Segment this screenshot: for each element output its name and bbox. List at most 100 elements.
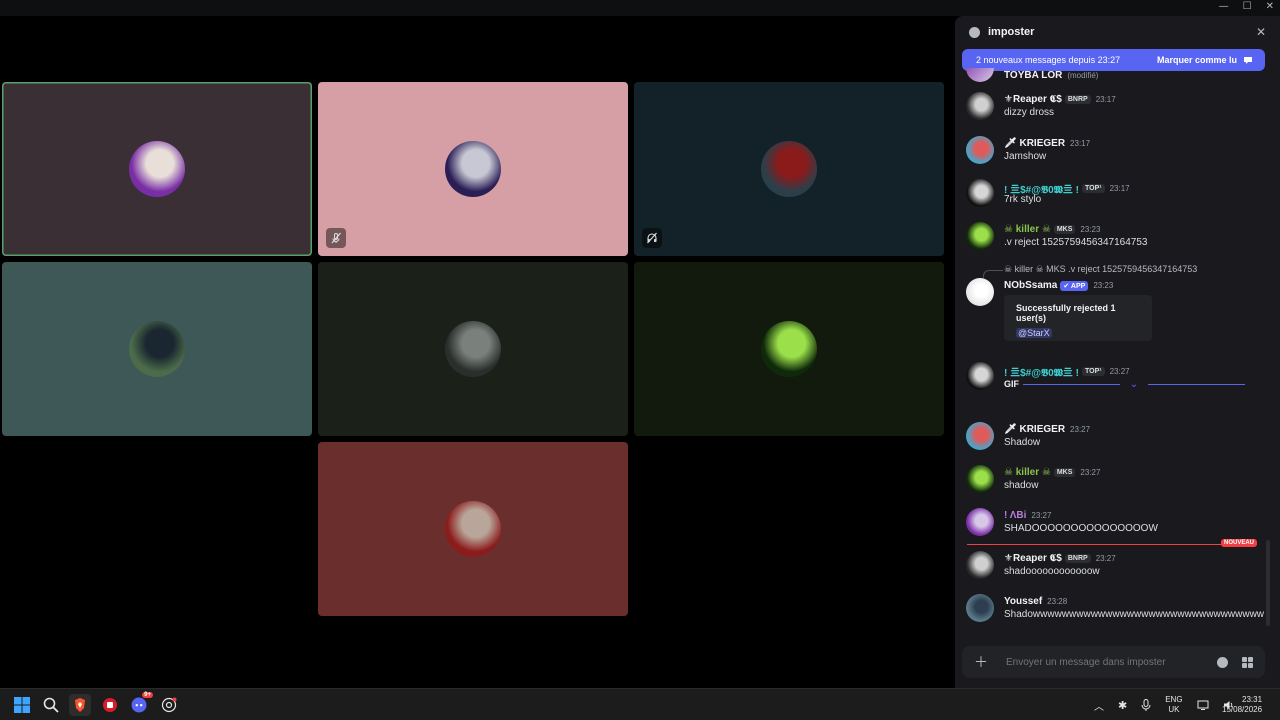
username[interactable]: ⚜Reaper 𝕮$ — [1004, 553, 1062, 564]
car-landscape-avatar — [129, 321, 185, 377]
avatar[interactable] — [966, 594, 994, 622]
message-list[interactable]: TOYBA LOR (modifié) ⚜Reaper 𝕮$ BNRP 23:17 d… — [955, 68, 1265, 642]
username[interactable]: TOYBA LOR — [1004, 70, 1062, 81]
clock-time: 23:31 — [1242, 695, 1263, 704]
username[interactable]: ☠ killer ☠ — [1004, 467, 1051, 478]
user-mention[interactable]: @StarX — [1016, 328, 1052, 338]
mark-as-read-button[interactable]: Marquer comme lu — [1157, 55, 1253, 65]
timestamp: 23:23 — [1093, 281, 1114, 290]
channel-name: imposter — [988, 26, 1035, 38]
participant-tile[interactable] — [634, 82, 944, 256]
participant-tile[interactable] — [2, 82, 312, 256]
message-header: TOYBA LOR (modifié) — [1004, 70, 1098, 81]
white-bird-car-avatar — [445, 321, 501, 377]
list-item: ☠ killer ☠ MKS 23:23 .v reject 152575945634… — [955, 220, 1265, 260]
killerafk-logo-avatar — [761, 321, 817, 377]
message-text: Jamshow — [1004, 151, 1047, 162]
new-label: NOUVEAU — [1220, 539, 1257, 547]
voice-stage — [0, 16, 950, 688]
username[interactable]: Youssef — [1004, 596, 1042, 607]
message-header: ☠ killer ☠ MKS 23:23 — [1004, 224, 1100, 235]
close-chat-button[interactable]: ✕ — [1256, 25, 1266, 39]
windows-start-icon[interactable] — [11, 694, 33, 716]
avatar[interactable] — [966, 465, 994, 493]
settings-icon[interactable]: ✱ — [1118, 699, 1127, 712]
text-chat-panel: imposter ✕ 2 nouveaux messages depuis 23… — [955, 16, 1280, 688]
message-text: Shadowwwwwwwwwwwwwwwwwwwwwwwwwwwwwwww — [1004, 609, 1265, 620]
participant-tile[interactable] — [318, 82, 628, 256]
notification-badge: 9+ — [142, 692, 153, 698]
timestamp: 23:27 — [1109, 367, 1130, 376]
avatar[interactable] — [966, 222, 994, 250]
list-item: ! ΛBi 23:27 SHADOOOOOOOOOOOOOOOW — [955, 506, 1265, 546]
username[interactable]: ☠ killer ☠ — [1004, 224, 1051, 235]
participant-tile[interactable] — [2, 262, 312, 436]
add-attachment-button[interactable]: ＋ — [974, 652, 992, 672]
chatgpt-icon[interactable] — [158, 694, 180, 716]
username[interactable]: 🗡 KRIEGER — [1004, 138, 1065, 149]
avatar[interactable] — [966, 422, 994, 450]
reply-connector — [983, 270, 1003, 278]
avatar[interactable] — [966, 179, 994, 207]
reply-preview[interactable]: ☠ killer ☠ MKS .v reject 152575945634716… — [1004, 264, 1197, 275]
new-messages-divider: NOUVEAU — [967, 539, 1257, 547]
avatar[interactable] — [966, 278, 994, 306]
avatar[interactable] — [966, 92, 994, 120]
message-input[interactable] — [1006, 656, 1209, 668]
network-icon[interactable] — [1197, 700, 1209, 710]
avatar[interactable] — [966, 136, 994, 164]
discord-icon[interactable]: 9+ — [128, 692, 153, 716]
participant-tile[interactable] — [318, 262, 628, 436]
timestamp: 23:27 — [1095, 554, 1116, 563]
gif-divider — [1023, 383, 1120, 385]
gif-attachment[interactable]: GIF ⌄ — [1004, 378, 1245, 390]
close-window-button[interactable]: ✕ — [1266, 1, 1274, 12]
username[interactable]: ⚜Reaper 𝕮$ — [1004, 94, 1062, 105]
clock[interactable]: 23:31 15/08/2026 — [1222, 689, 1262, 720]
maximize-button[interactable]: ☐ — [1243, 1, 1252, 12]
message-header: Youssef 23:28 — [1004, 596, 1067, 607]
chevron-up-icon[interactable]: ︿ — [1094, 698, 1104, 713]
microphone-icon[interactable] — [1141, 699, 1151, 711]
keyboard-layout-label: UK — [1168, 705, 1180, 714]
mic-muted-icon — [326, 228, 346, 248]
red-app-icon[interactable] — [99, 694, 121, 716]
anime-skull-avatar — [445, 141, 501, 197]
username[interactable]: ! ΛBi — [1004, 510, 1026, 521]
role-tag: BNRP — [1064, 554, 1091, 563]
timestamp: 23:27 — [1080, 468, 1101, 477]
message-header: ! ΛBi 23:27 — [1004, 510, 1051, 521]
clock-date: 15/08/2026 — [1222, 705, 1263, 714]
avatar[interactable] — [966, 551, 994, 579]
participant-tile[interactable] — [318, 442, 628, 616]
deafened-icon — [642, 228, 662, 248]
avatar[interactable] — [966, 68, 994, 82]
list-item: ⚜Reaper 𝕮$ BNRP 23:27 shadoooooooooooow — [955, 549, 1265, 589]
chevron-down-icon: ⌄ — [1129, 378, 1139, 390]
minimize-button[interactable]: — — [1219, 1, 1229, 12]
chat-scrollbar[interactable] — [1265, 68, 1271, 642]
username[interactable]: NObSsama — [1004, 280, 1057, 291]
username[interactable]: ! 亖$#@𝕭0𝖂亖 ! — [1004, 364, 1079, 379]
message-text: SHADOOOOOOOOOOOOOOOW — [1004, 523, 1158, 534]
list-item: ☠ killer ☠ MKS 23:27 shadow — [955, 463, 1265, 503]
edited-label: (modifié) — [1067, 71, 1099, 80]
message-header: 🗡 KRIEGER 23:17 — [1004, 138, 1090, 149]
scrollbar-thumb[interactable] — [1266, 540, 1270, 626]
message-text: dizzy dross — [1004, 107, 1055, 118]
chat-bubble-icon — [969, 26, 980, 38]
message-text: shadoooooooooooow — [1004, 566, 1100, 577]
brave-browser-icon[interactable] — [69, 694, 91, 716]
username[interactable]: 🗡 KRIEGER — [1004, 424, 1065, 435]
search-icon[interactable] — [40, 694, 62, 716]
apps-icon[interactable] — [1242, 656, 1253, 668]
language-indicator[interactable]: ENG UK — [1165, 695, 1182, 715]
message-composer: ＋ — [962, 646, 1265, 678]
participant-tile[interactable] — [634, 262, 944, 436]
list-item: ! 亖$#@𝕭0𝖂亖 ! TOP¹ 23:27 GIF ⌄ — [955, 360, 1265, 400]
emoji-picker-icon[interactable] — [1217, 656, 1228, 668]
avatar[interactable] — [966, 508, 994, 536]
long-hair-girl-avatar — [445, 501, 501, 557]
list-item: 🗡 KRIEGER 23:17 Jamshow — [955, 134, 1265, 174]
avatar[interactable] — [966, 362, 994, 390]
